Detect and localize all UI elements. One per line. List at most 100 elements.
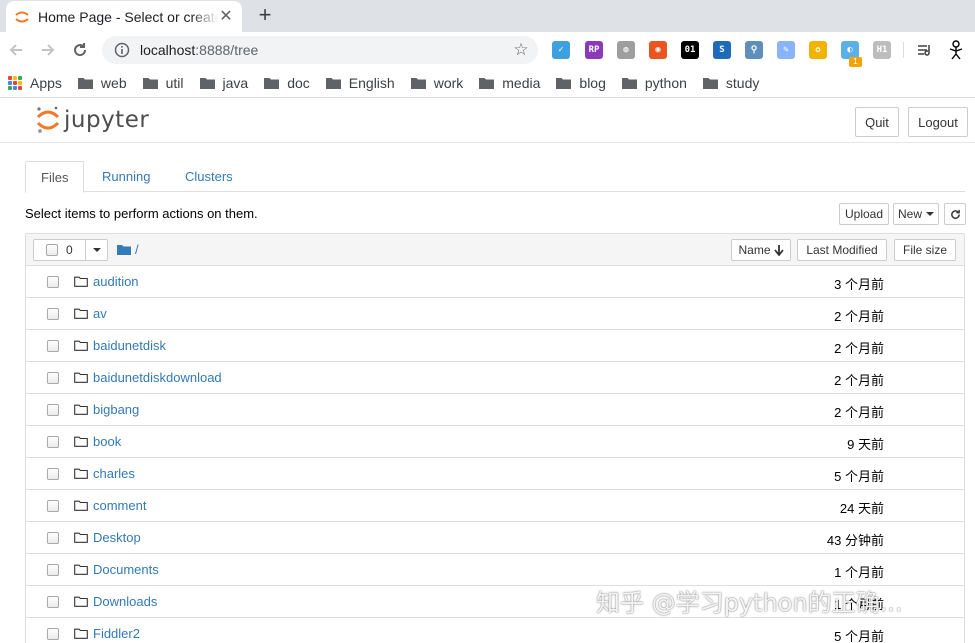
sort-by-modified-button[interactable]: Last Modified bbox=[797, 239, 887, 261]
profile-icon[interactable] bbox=[944, 38, 968, 62]
row-checkbox[interactable] bbox=[47, 500, 59, 512]
file-row[interactable]: Desktop 43 分钟前 bbox=[26, 522, 964, 554]
bookmark-work[interactable]: work bbox=[410, 69, 463, 97]
row-checkbox[interactable] bbox=[47, 308, 59, 320]
file-list-header: 0 / Name Last Modified File size bbox=[26, 234, 964, 266]
breadcrumb[interactable]: / bbox=[117, 242, 139, 257]
ext-01-icon[interactable]: 01 bbox=[681, 41, 699, 59]
file-name-link[interactable]: baidunetdisk bbox=[93, 338, 166, 353]
ext-ubuntu-icon[interactable]: ◉ bbox=[649, 41, 667, 59]
reading-list-icon[interactable] bbox=[912, 38, 936, 62]
bookmark-star-icon[interactable]: ☆ bbox=[512, 41, 530, 59]
site-info-icon[interactable] bbox=[114, 42, 130, 58]
file-name-link[interactable]: Fiddler2 bbox=[93, 626, 140, 641]
row-checkbox[interactable] bbox=[47, 564, 59, 576]
file-name-link[interactable]: baidunetdiskdownload bbox=[93, 370, 222, 385]
bookmark-util[interactable]: util bbox=[142, 69, 184, 97]
upload-button[interactable]: Upload bbox=[839, 203, 889, 225]
file-name-link[interactable]: Downloads bbox=[93, 594, 157, 609]
row-checkbox[interactable] bbox=[47, 404, 59, 416]
row-checkbox[interactable] bbox=[47, 596, 59, 608]
close-tab-icon[interactable]: ✕ bbox=[218, 8, 234, 25]
quit-button[interactable]: Quit bbox=[855, 107, 899, 137]
jupyter-logo[interactable]: jupyter bbox=[36, 105, 149, 135]
file-name-link[interactable]: bigbang bbox=[93, 402, 139, 417]
row-checkbox[interactable] bbox=[47, 372, 59, 384]
row-checkbox[interactable] bbox=[47, 468, 59, 480]
file-modified: 2 个月前 bbox=[834, 373, 884, 388]
ext-doc-icon[interactable]: ✎ bbox=[777, 41, 795, 59]
folder-icon bbox=[74, 436, 88, 447]
file-modified: 1 个月前 bbox=[834, 565, 884, 580]
browser-tab[interactable]: Home Page - Select or create a notebook … bbox=[6, 1, 242, 32]
file-name-link[interactable]: charles bbox=[93, 466, 135, 481]
new-dropdown-button[interactable]: New bbox=[893, 203, 939, 225]
ext-h1-icon[interactable]: H1 bbox=[873, 41, 891, 59]
bookmark-doc[interactable]: doc bbox=[264, 69, 310, 97]
select-all-toggle[interactable]: 0 bbox=[34, 240, 86, 260]
jupyter-logo-icon bbox=[36, 106, 60, 133]
refresh-button[interactable] bbox=[944, 203, 966, 225]
file-name-link[interactable]: Documents bbox=[93, 562, 159, 577]
row-checkbox[interactable] bbox=[47, 340, 59, 352]
file-row[interactable]: Fiddler2 5 个月前 bbox=[26, 618, 964, 643]
new-tab-plus-icon[interactable]: + bbox=[253, 4, 277, 28]
bookmark-english[interactable]: English bbox=[325, 69, 395, 97]
apps-grid-icon bbox=[8, 75, 22, 90]
file-modified: 2 个月前 bbox=[834, 405, 884, 420]
folder-icon bbox=[74, 340, 88, 351]
file-name-link[interactable]: av bbox=[93, 306, 107, 321]
file-name-link[interactable]: Desktop bbox=[93, 530, 141, 545]
folder-icon bbox=[325, 77, 341, 89]
sort-by-name-button[interactable]: Name bbox=[731, 239, 791, 261]
file-row[interactable]: bigbang 2 个月前 bbox=[26, 394, 964, 426]
file-name-link[interactable]: audition bbox=[93, 274, 139, 289]
row-checkbox[interactable] bbox=[47, 276, 59, 288]
file-row[interactable]: audition 3 个月前 bbox=[26, 266, 964, 298]
row-checkbox[interactable] bbox=[47, 628, 59, 640]
breadcrumb-root[interactable]: / bbox=[135, 242, 139, 257]
file-name-link[interactable]: book bbox=[93, 434, 121, 449]
bookmark-media[interactable]: media bbox=[479, 69, 540, 97]
file-row[interactable]: charles 5 个月前 bbox=[26, 458, 964, 490]
forward-arrow-icon[interactable] bbox=[36, 38, 60, 62]
tab-title: Home Page - Select or create a notebook bbox=[38, 8, 218, 25]
folder-icon bbox=[74, 276, 88, 287]
bookmark-java[interactable]: java bbox=[199, 69, 248, 97]
file-row[interactable]: comment 24 天前 bbox=[26, 490, 964, 522]
ext-bird-icon[interactable]: ✓ bbox=[552, 41, 570, 59]
bookmark-web[interactable]: web bbox=[77, 69, 127, 97]
bookmark-blog[interactable]: blog bbox=[556, 69, 606, 97]
file-row[interactable]: av 2 个月前 bbox=[26, 298, 964, 330]
select-all-group: 0 bbox=[33, 239, 108, 261]
row-checkbox[interactable] bbox=[47, 532, 59, 544]
file-row[interactable]: baidunetdisk 2 个月前 bbox=[26, 330, 964, 362]
tab-files[interactable]: Files bbox=[25, 161, 85, 193]
sort-by-size-button[interactable]: File size bbox=[894, 239, 956, 261]
bookmark-python[interactable]: python bbox=[621, 69, 687, 97]
file-row[interactable]: baidunetdiskdownload 2 个月前 bbox=[26, 362, 964, 394]
ext-compass-icon[interactable]: ✪ bbox=[809, 41, 827, 59]
ext-search-icon[interactable]: ⚲ bbox=[745, 41, 763, 59]
bookmark-study[interactable]: study bbox=[702, 69, 759, 97]
file-name-link[interactable]: comment bbox=[93, 498, 146, 513]
file-modified: 5 个月前 bbox=[834, 469, 884, 484]
tab-clusters[interactable]: Clusters bbox=[170, 161, 248, 192]
select-menu-dropdown[interactable] bbox=[86, 240, 107, 260]
file-row[interactable]: book 9 天前 bbox=[26, 426, 964, 458]
ext-rp-icon[interactable]: RP bbox=[585, 41, 603, 59]
tab-running[interactable]: Running bbox=[87, 161, 165, 192]
address-bar[interactable]: localhost:8888/tree ☆ bbox=[102, 36, 538, 64]
folder-icon bbox=[142, 77, 158, 89]
back-arrow-icon[interactable] bbox=[4, 38, 28, 62]
ext-ghost-icon[interactable]: ◍ bbox=[617, 41, 635, 59]
instructions-text: Select items to perform actions on them. bbox=[25, 206, 258, 221]
ext-s-icon[interactable]: S bbox=[713, 41, 731, 59]
logout-button[interactable]: Logout bbox=[908, 107, 968, 137]
select-all-checkbox[interactable] bbox=[46, 244, 58, 256]
bookmark-apps[interactable]: Apps bbox=[8, 69, 62, 97]
folder-icon bbox=[74, 564, 88, 575]
file-row[interactable]: Documents 1 个月前 bbox=[26, 554, 964, 586]
reload-icon[interactable] bbox=[68, 38, 92, 62]
row-checkbox[interactable] bbox=[47, 436, 59, 448]
